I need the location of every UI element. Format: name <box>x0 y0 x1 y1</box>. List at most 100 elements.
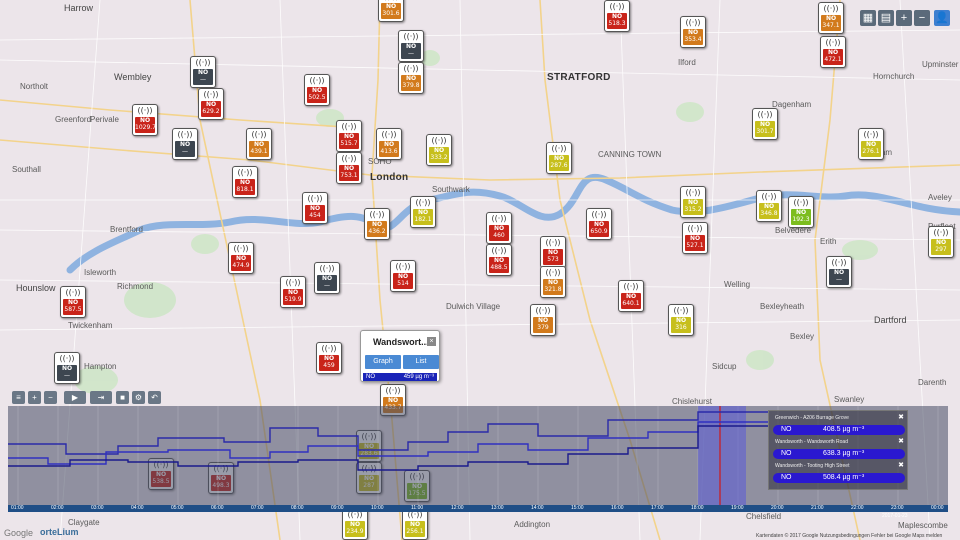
sensor-marker[interactable]: ((·)) NO 640.1 <box>618 280 644 312</box>
sensor-marker[interactable]: ((·)) NO — <box>398 30 424 62</box>
list-button[interactable]: List <box>403 355 439 369</box>
place-label: Dagenham <box>772 100 812 109</box>
sensor-marker[interactable]: ((·)) NO — <box>54 352 80 384</box>
antenna-icon: ((·)) <box>793 198 809 207</box>
sensor-marker[interactable]: ((·)) NO 321.8 <box>540 266 566 298</box>
sensor-marker[interactable]: ((·)) NO 502.5 <box>304 74 330 106</box>
sensor-marker[interactable]: ((·)) NO — <box>172 128 198 160</box>
sensor-marker[interactable]: ((·)) NO 413.6 <box>376 128 402 160</box>
sensor-pollutant: NO <box>687 29 699 36</box>
sensor-marker[interactable]: ((·)) NO 515.7 <box>336 120 362 152</box>
sensor-marker[interactable]: ((·)) NO 234.9 <box>342 508 368 540</box>
sensor-marker[interactable]: ((·)) NO 573 <box>540 236 566 268</box>
sensor-pollutant: NO <box>537 317 549 324</box>
sensor-pollutant: NO <box>205 101 217 108</box>
antenna-icon: ((·)) <box>609 2 625 11</box>
sensor-marker[interactable]: ((·)) NO 436.2 <box>364 208 390 240</box>
sensor-marker[interactable]: ((·)) NO 518.3 <box>604 0 630 32</box>
menu-icon[interactable]: ≡ <box>12 391 25 404</box>
sensor-value: 436.2 <box>368 228 386 235</box>
sensor-marker[interactable]: ((·)) NO 353.4 <box>680 16 706 48</box>
sensor-value: 301.6 <box>382 10 400 17</box>
sensor-pollutant: NO <box>343 165 355 172</box>
sensor-marker[interactable]: ((·)) NO 276.1 <box>858 128 884 160</box>
stop-icon[interactable]: ■ <box>116 391 129 404</box>
place-label: Sidcup <box>712 362 737 371</box>
remove-series-1-icon[interactable]: ✖ <box>898 413 904 421</box>
sensor-marker[interactable]: ((·)) NO 527.1 <box>682 222 708 254</box>
add-icon[interactable]: + <box>28 391 41 404</box>
sensor-marker[interactable]: ((·)) NO 297 <box>928 226 954 258</box>
sensor-marker[interactable]: ((·)) NO 301.7 <box>752 108 778 140</box>
forward-icon[interactable]: ⇥ <box>90 391 112 404</box>
sensor-marker[interactable]: ((·)) NO — <box>314 262 340 294</box>
sensor-marker[interactable]: ((·)) NO 182.1 <box>410 196 436 228</box>
sensor-marker[interactable]: ((·)) NO 379 <box>530 304 556 336</box>
sensor-reading: NO — <box>829 269 849 285</box>
user-icon[interactable]: 👤 <box>934 10 950 26</box>
sensor-reading: NO 301.6 <box>381 3 401 19</box>
sensor-marker[interactable]: ((·)) NO 460 <box>486 212 512 244</box>
back-icon[interactable]: ↶ <box>148 391 161 404</box>
settings-icon[interactable]: ⚙ <box>132 391 145 404</box>
sensor-marker[interactable]: ((·)) NO 1029.7 <box>132 104 158 136</box>
zoom-in-button[interactable]: + <box>896 10 912 26</box>
sensor-marker[interactable]: ((·)) NO 439.1 <box>246 128 272 160</box>
station-popup: Wandswort... × Graph List NO 459 µg m⁻³ <box>360 330 440 382</box>
sensor-marker[interactable]: ((·)) NO 753.1 <box>336 152 362 184</box>
sensor-marker[interactable]: ((·)) NO 256.1 <box>402 508 428 540</box>
sensor-marker[interactable]: ((·)) NO 316 <box>668 304 694 336</box>
antenna-icon: ((·)) <box>237 168 253 177</box>
legend-value-3: NO 508.4 µg m⁻³ <box>773 473 905 483</box>
sensor-reading: NO 192.3 <box>791 209 811 225</box>
sensor-reading: NO 436.2 <box>367 221 387 237</box>
sensor-marker[interactable]: ((·)) NO 333.2 <box>426 134 452 166</box>
sensor-marker[interactable]: ((·)) NO 287.6 <box>546 142 572 174</box>
sensor-pollutant: NO <box>611 13 623 20</box>
sensor-marker[interactable]: ((·)) NO 488.5 <box>486 244 512 276</box>
sensor-marker[interactable]: ((·)) NO 315.2 <box>680 186 706 218</box>
sensor-marker[interactable]: ((·)) NO — <box>190 56 216 88</box>
antenna-icon: ((·)) <box>863 130 879 139</box>
sensor-value: 379 <box>537 324 549 331</box>
sensor-marker[interactable]: ((·)) NO 346.8 <box>756 190 782 222</box>
sensor-pollutant: NO <box>239 179 251 186</box>
antenna-icon: ((·)) <box>407 510 423 519</box>
remove-series-3-icon[interactable]: ✖ <box>898 461 904 469</box>
sensor-reading: NO 518.3 <box>607 13 627 29</box>
sensor-marker[interactable]: ((·)) NO 472.1 <box>820 36 846 68</box>
play-icon[interactable]: ▶ <box>64 391 86 404</box>
sensor-marker[interactable]: ((·)) NO 818.1 <box>232 166 258 198</box>
sensor-marker[interactable]: ((·)) NO — <box>826 256 852 288</box>
zoom-out-button[interactable]: − <box>914 10 930 26</box>
sensor-marker[interactable]: ((·)) NO 347.1 <box>818 2 844 34</box>
sensor-value: 276.1 <box>862 148 880 155</box>
sensor-marker[interactable]: ((·)) NO 519.9 <box>280 276 306 308</box>
antenna-icon: ((·)) <box>831 258 847 267</box>
graph-button[interactable]: Graph <box>365 355 401 369</box>
sensor-marker[interactable]: ((·)) NO 192.3 <box>788 196 814 228</box>
layers-icon[interactable]: ▤ <box>878 10 894 26</box>
sensor-marker[interactable]: ((·)) NO 459 <box>316 342 342 374</box>
sensor-marker[interactable]: ((·)) NO 514 <box>390 260 416 292</box>
remove-series-2-icon[interactable]: ✖ <box>898 437 904 445</box>
antenna-icon: ((·)) <box>65 288 81 297</box>
close-icon[interactable]: × <box>427 337 436 346</box>
map-attribution[interactable]: Kartendaten © 2017 Google Nutzungsbeding… <box>756 533 942 539</box>
grid-icon[interactable]: ▦ <box>860 10 876 26</box>
sensor-value: — <box>836 276 842 283</box>
sensor-marker[interactable]: ((·)) NO 650.9 <box>586 208 612 240</box>
sensor-marker[interactable]: ((·)) NO 379.8 <box>398 62 424 94</box>
remove-icon[interactable]: − <box>44 391 57 404</box>
sensor-marker[interactable]: ((·)) NO 474.9 <box>228 242 254 274</box>
timeline-tick: 08:00 <box>291 505 304 511</box>
legend-reading-2: 638.3 µg m⁻³ <box>823 450 865 457</box>
sensor-pollutant: NO <box>405 43 417 50</box>
sensor-marker[interactable]: ((·)) NO 629.2 <box>198 88 224 120</box>
sensor-pollutant: NO <box>383 141 395 148</box>
sensor-marker[interactable]: ((·)) NO 587.5 <box>60 286 86 318</box>
sensor-pollutant: NO <box>433 147 445 154</box>
sensor-marker[interactable]: ((·)) NO 454 <box>302 192 328 224</box>
sensor-reading: NO 182.1 <box>413 209 433 225</box>
sensor-marker[interactable]: ((·)) NO301.6 <box>378 0 404 22</box>
